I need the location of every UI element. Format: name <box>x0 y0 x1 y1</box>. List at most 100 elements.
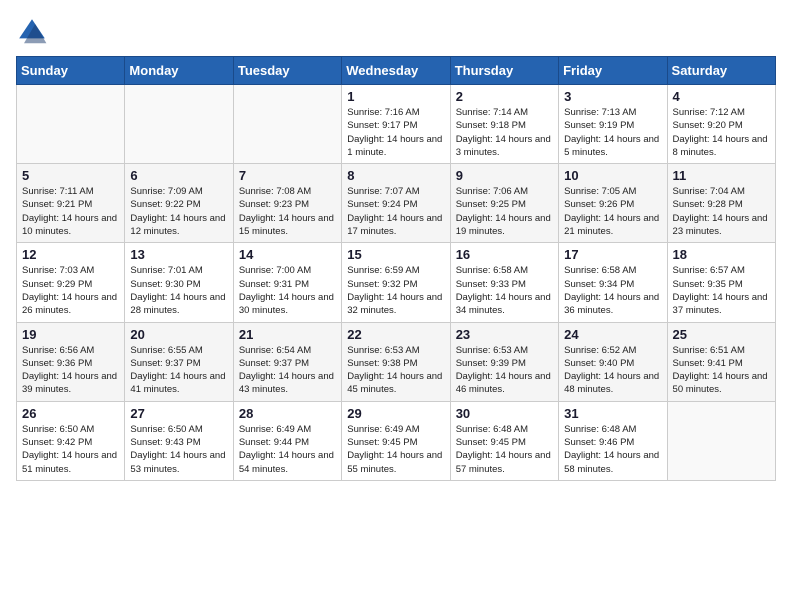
day-number: 11 <box>673 168 770 183</box>
day-number: 30 <box>456 406 553 421</box>
calendar-day-cell: 19 Sunrise: 6:56 AMSunset: 9:36 PMDayligh… <box>17 322 125 401</box>
calendar-day-cell: 29 Sunrise: 6:49 AMSunset: 9:45 PMDayligh… <box>342 401 450 480</box>
calendar-day-cell: 7 Sunrise: 7:08 AMSunset: 9:23 PMDaylight… <box>233 164 341 243</box>
calendar-day-cell: 15Sunrise: 6:59 AMSunset: 9:32 PMDayligh… <box>342 243 450 322</box>
day-number: 21 <box>239 327 336 342</box>
calendar-day-cell: 12 Sunrise: 7:03 AMSunset: 9:29 PMDayligh… <box>17 243 125 322</box>
day-info: Sunrise: 7:01 AMSunset: 9:30 PMDaylight:… <box>130 264 227 317</box>
day-info: Sunrise: 6:57 AMSunset: 9:35 PMDaylight:… <box>673 264 770 317</box>
calendar-week-row: 5 Sunrise: 7:11 AMSunset: 9:21 PMDaylight… <box>17 164 776 243</box>
day-number: 15 <box>347 247 444 262</box>
calendar-day-cell: 8 Sunrise: 7:07 AMSunset: 9:24 PMDaylight… <box>342 164 450 243</box>
calendar-empty-cell <box>233 85 341 164</box>
day-number: 12 <box>22 247 119 262</box>
calendar-day-cell: 13Sunrise: 7:01 AMSunset: 9:30 PMDayligh… <box>125 243 233 322</box>
calendar-day-cell: 6 Sunrise: 7:09 AMSunset: 9:22 PMDaylight… <box>125 164 233 243</box>
day-number: 23 <box>456 327 553 342</box>
day-number: 9 <box>456 168 553 183</box>
day-number: 6 <box>130 168 227 183</box>
day-info: Sunrise: 7:12 AMSunset: 9:20 PMDaylight:… <box>673 106 770 159</box>
day-number: 28 <box>239 406 336 421</box>
calendar-day-cell: 18 Sunrise: 6:57 AMSunset: 9:35 PMDayligh… <box>667 243 775 322</box>
day-info: Sunrise: 6:53 AMSunset: 9:38 PMDaylight:… <box>347 344 444 397</box>
day-number: 10 <box>564 168 661 183</box>
day-info: Sunrise: 7:09 AMSunset: 9:22 PMDaylight:… <box>130 185 227 238</box>
calendar-day-cell: 24Sunrise: 6:52 AMSunset: 9:40 PMDayligh… <box>559 322 667 401</box>
calendar-day-cell: 14 Sunrise: 7:00 AMSunset: 9:31 PMDayligh… <box>233 243 341 322</box>
day-number: 27 <box>130 406 227 421</box>
weekday-header-thursday: Thursday <box>450 57 558 85</box>
day-number: 19 <box>22 327 119 342</box>
day-info: Sunrise: 6:49 AMSunset: 9:44 PMDaylight:… <box>239 423 336 476</box>
day-info: Sunrise: 7:03 AMSunset: 9:29 PMDaylight:… <box>22 264 119 317</box>
day-number: 3 <box>564 89 661 104</box>
weekday-header-friday: Friday <box>559 57 667 85</box>
calendar-week-row: 19 Sunrise: 6:56 AMSunset: 9:36 PMDayligh… <box>17 322 776 401</box>
day-number: 14 <box>239 247 336 262</box>
logo <box>16 16 52 48</box>
calendar-day-cell: 3Sunrise: 7:13 AMSunset: 9:19 PMDaylight… <box>559 85 667 164</box>
day-number: 2 <box>456 89 553 104</box>
weekday-header-row: SundayMondayTuesdayWednesdayThursdayFrid… <box>17 57 776 85</box>
day-number: 16 <box>456 247 553 262</box>
calendar-day-cell: 22 Sunrise: 6:53 AMSunset: 9:38 PMDayligh… <box>342 322 450 401</box>
day-info: Sunrise: 7:00 AMSunset: 9:31 PMDaylight:… <box>239 264 336 317</box>
calendar-day-cell: 17 Sunrise: 6:58 AMSunset: 9:34 PMDayligh… <box>559 243 667 322</box>
day-info: Sunrise: 6:49 AMSunset: 9:45 PMDaylight:… <box>347 423 444 476</box>
calendar-week-row: 12 Sunrise: 7:03 AMSunset: 9:29 PMDayligh… <box>17 243 776 322</box>
day-number: 8 <box>347 168 444 183</box>
calendar-day-cell: 5 Sunrise: 7:11 AMSunset: 9:21 PMDaylight… <box>17 164 125 243</box>
day-number: 18 <box>673 247 770 262</box>
day-number: 5 <box>22 168 119 183</box>
day-info: Sunrise: 7:04 AMSunset: 9:28 PMDaylight:… <box>673 185 770 238</box>
weekday-header-sunday: Sunday <box>17 57 125 85</box>
calendar-day-cell: 31Sunrise: 6:48 AMSunset: 9:46 PMDayligh… <box>559 401 667 480</box>
calendar-day-cell: 20Sunrise: 6:55 AMSunset: 9:37 PMDayligh… <box>125 322 233 401</box>
day-info: Sunrise: 7:07 AMSunset: 9:24 PMDaylight:… <box>347 185 444 238</box>
calendar-week-row: 26Sunrise: 6:50 AMSunset: 9:42 PMDayligh… <box>17 401 776 480</box>
day-number: 22 <box>347 327 444 342</box>
day-info: Sunrise: 6:58 AMSunset: 9:33 PMDaylight:… <box>456 264 553 317</box>
calendar-day-cell: 11 Sunrise: 7:04 AMSunset: 9:28 PMDayligh… <box>667 164 775 243</box>
calendar-empty-cell <box>125 85 233 164</box>
weekday-header-saturday: Saturday <box>667 57 775 85</box>
day-info: Sunrise: 6:50 AMSunset: 9:42 PMDaylight:… <box>22 423 119 476</box>
day-info: Sunrise: 6:58 AMSunset: 9:34 PMDaylight:… <box>564 264 661 317</box>
calendar-week-row: 1Sunrise: 7:16 AMSunset: 9:17 PMDaylight… <box>17 85 776 164</box>
calendar-day-cell: 25 Sunrise: 6:51 AMSunset: 9:41 PMDayligh… <box>667 322 775 401</box>
day-number: 20 <box>130 327 227 342</box>
day-number: 17 <box>564 247 661 262</box>
day-info: Sunrise: 7:11 AMSunset: 9:21 PMDaylight:… <box>22 185 119 238</box>
day-info: Sunrise: 6:54 AMSunset: 9:37 PMDaylight:… <box>239 344 336 397</box>
calendar-day-cell: 2 Sunrise: 7:14 AMSunset: 9:18 PMDaylight… <box>450 85 558 164</box>
day-info: Sunrise: 7:05 AMSunset: 9:26 PMDaylight:… <box>564 185 661 238</box>
day-info: Sunrise: 7:08 AMSunset: 9:23 PMDaylight:… <box>239 185 336 238</box>
day-info: Sunrise: 7:16 AMSunset: 9:17 PMDaylight:… <box>347 106 444 159</box>
day-info: Sunrise: 7:14 AMSunset: 9:18 PMDaylight:… <box>456 106 553 159</box>
calendar-day-cell: 27Sunrise: 6:50 AMSunset: 9:43 PMDayligh… <box>125 401 233 480</box>
calendar-day-cell: 9 Sunrise: 7:06 AMSunset: 9:25 PMDaylight… <box>450 164 558 243</box>
page-header <box>16 16 776 48</box>
day-number: 25 <box>673 327 770 342</box>
calendar-empty-cell <box>17 85 125 164</box>
day-number: 4 <box>673 89 770 104</box>
day-info: Sunrise: 6:52 AMSunset: 9:40 PMDaylight:… <box>564 344 661 397</box>
weekday-header-tuesday: Tuesday <box>233 57 341 85</box>
calendar-day-cell: 30 Sunrise: 6:48 AMSunset: 9:45 PMDayligh… <box>450 401 558 480</box>
day-info: Sunrise: 7:06 AMSunset: 9:25 PMDaylight:… <box>456 185 553 238</box>
calendar-empty-cell <box>667 401 775 480</box>
day-number: 29 <box>347 406 444 421</box>
day-number: 7 <box>239 168 336 183</box>
day-info: Sunrise: 6:56 AMSunset: 9:36 PMDaylight:… <box>22 344 119 397</box>
calendar-day-cell: 4 Sunrise: 7:12 AMSunset: 9:20 PMDaylight… <box>667 85 775 164</box>
day-info: Sunrise: 6:51 AMSunset: 9:41 PMDaylight:… <box>673 344 770 397</box>
calendar-day-cell: 26Sunrise: 6:50 AMSunset: 9:42 PMDayligh… <box>17 401 125 480</box>
logo-icon <box>16 16 48 48</box>
weekday-header-monday: Monday <box>125 57 233 85</box>
day-info: Sunrise: 6:48 AMSunset: 9:45 PMDaylight:… <box>456 423 553 476</box>
day-info: Sunrise: 6:53 AMSunset: 9:39 PMDaylight:… <box>456 344 553 397</box>
day-number: 31 <box>564 406 661 421</box>
calendar-day-cell: 16 Sunrise: 6:58 AMSunset: 9:33 PMDayligh… <box>450 243 558 322</box>
calendar-day-cell: 21 Sunrise: 6:54 AMSunset: 9:37 PMDayligh… <box>233 322 341 401</box>
calendar-table: SundayMondayTuesdayWednesdayThursdayFrid… <box>16 56 776 481</box>
